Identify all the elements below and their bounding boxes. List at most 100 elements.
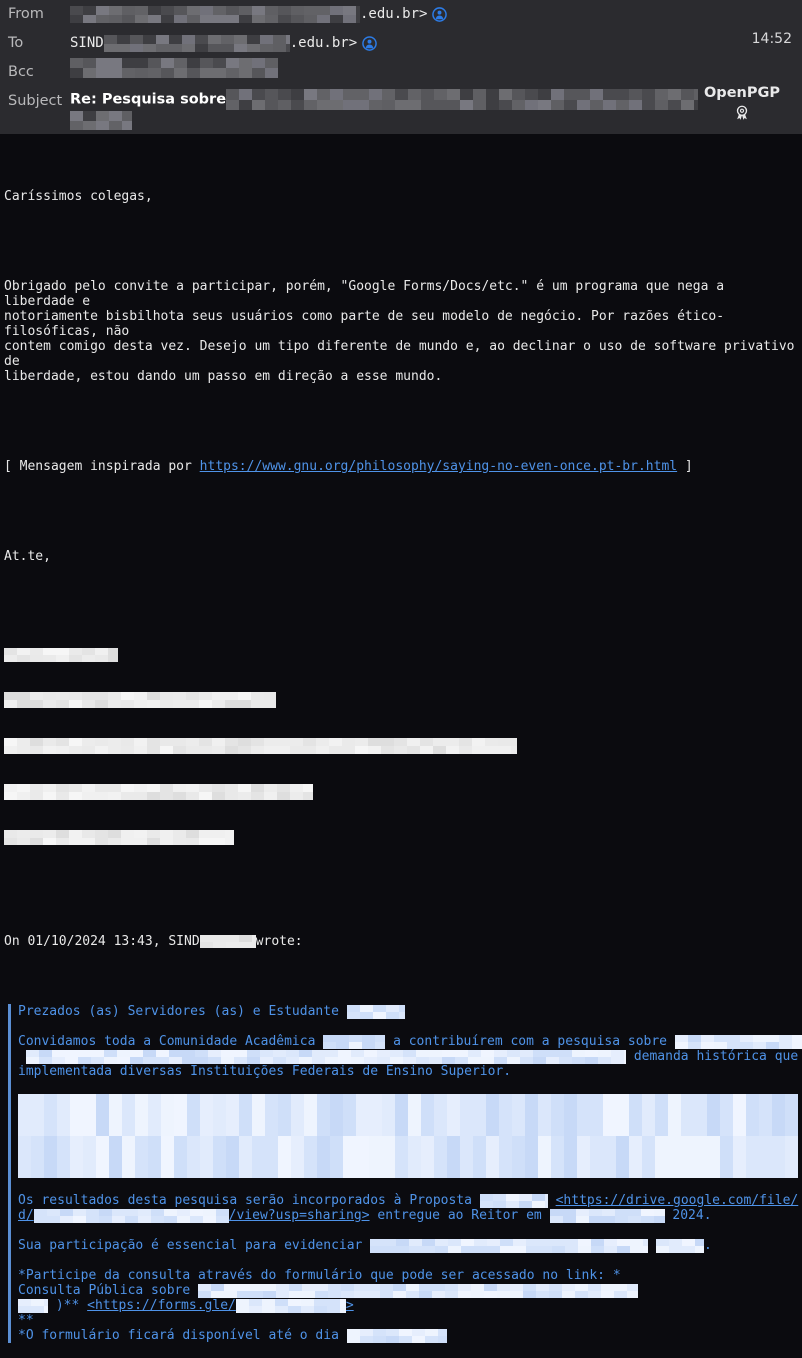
to-value[interactable]: SIND .edu.br> [70,29,794,58]
quote-large-redaction-block [18,1094,798,1178]
quote-line: *O formulário ficará disponível até o di… [18,1328,798,1343]
quote-text: Sua participação é essencial para eviden… [18,1238,371,1253]
quote-redaction [656,1238,705,1253]
quote-redaction [346,1004,405,1019]
quote-redaction [26,1049,626,1064]
email-body: Caríssimos colegas, Obrigado pelo convit… [0,134,802,1358]
quote-redaction [198,1283,639,1298]
quote-text [648,1238,656,1253]
quote-text: Convidamos toda a Comunidade Acadêmica [18,1034,324,1049]
quote-spacer [18,1178,798,1193]
quote-line: Sua participação é essencial para eviden… [18,1238,798,1253]
subject-label: Subject [8,93,63,109]
header-row-from: From .edu.br> [0,0,802,29]
quote-line: Consulta Pública sobre [18,1283,798,1298]
header-row-to: To SIND .edu.br> [0,29,802,58]
inspiration-prefix: [ Mensagem inspirada por [4,459,200,474]
from-value[interactable]: .edu.br> [70,0,794,29]
quote-line: Os resultados desta pesquisa serão incor… [18,1193,798,1208]
to-redaction [103,35,290,52]
from-domain: .edu.br> [360,6,428,22]
quote-text: *Participe da consulta através do formul… [18,1268,621,1283]
quote-text: Os resultados desta pesquisa serão incor… [18,1193,480,1208]
quote-line: Convidamos toda a Comunidade Acadêmica a… [18,1034,802,1049]
quote-link[interactable]: d/ [18,1208,34,1223]
gnu-philosophy-link[interactable]: https://www.gnu.org/philosophy/saying-no… [200,459,677,474]
subject-text: Re: Pesquisa sobre [70,91,227,108]
contact-avatar-icon[interactable] [432,7,448,22]
quote-text: *O formulário ficará disponível até o di… [18,1328,347,1343]
quote-link[interactable]: <https://drive.google.com/file/ [556,1193,799,1208]
quote-attribution: On 01/10/2024 13:43, SIND wrote: [4,934,798,949]
quote-text: implementada diversas Instituições Feder… [18,1064,512,1079]
to-label: To [8,35,24,51]
quote-spacer [18,1253,798,1268]
quote-line: ** [18,1313,798,1328]
quote-text: . [704,1238,712,1253]
quoted-message-block: Prezados (as) Servidores (as) e Estudant… [8,1004,802,1343]
quote-link[interactable]: <https://forms.gle/ [87,1298,236,1313]
quote-line: *Participe da consulta através do formul… [18,1268,798,1283]
signature-redaction-block [4,617,798,875]
from-redaction [70,6,360,23]
quote-redaction [549,1208,665,1223]
body-inspiration-line: [ Mensagem inspirada por https://www.gnu… [4,459,798,474]
signature-redaction [4,692,276,708]
quote-text: a contribuírem com a pesquisa sobre [385,1034,675,1049]
signature-redaction [4,830,234,845]
quote-text [548,1193,556,1208]
quote-line: demanda histórica que já é [18,1049,798,1064]
body-paragraph-1: Obrigado pelo convite a participar, poré… [4,279,795,384]
quote-link[interactable]: > [346,1298,354,1313]
quote-redaction [323,1034,386,1049]
quote-text: demanda histórica que já é [633,1049,799,1064]
quote-text: Consulta Pública sobre [18,1283,199,1298]
quote-redaction [18,1094,798,1178]
openpgp-indicator[interactable]: OpenPGP [690,84,794,122]
quote-redaction [674,1034,802,1049]
message-timestamp: 14:52 [751,31,792,47]
quote-text: ** [18,1313,34,1328]
quote-spacer [18,1079,798,1094]
openpgp-label: OpenPGP [703,85,781,101]
quote-text: 2024. [664,1208,712,1223]
subject-value[interactable]: Re: Pesquisa sobre [70,87,794,130]
quote-line: Prezados (as) Servidores (as) e Estudant… [18,1004,798,1019]
header-row-bcc: Bcc [0,58,802,87]
to-prefix: SIND [70,35,104,51]
signature-redaction [4,647,118,662]
bcc-label: Bcc [8,64,34,80]
from-label: From [8,6,44,22]
body-greeting: Caríssimos colegas, [4,189,153,204]
email-header: From .edu.br> To SIND .edu.br> Bcc Subje… [0,0,802,134]
subject-redaction-line2 [70,110,132,130]
bcc-redaction [70,58,278,78]
quote-redaction [235,1298,346,1313]
quote-line: implementada diversas Instituições Feder… [18,1064,798,1079]
quote-text: entregue ao Reitor em [369,1208,550,1223]
quote-text: Prezados (as) Servidores (as) e Estudant… [18,1004,347,1019]
quote-redaction [479,1193,548,1208]
quote-attribution-suffix: wrote: [255,934,303,949]
quote-line: d/ /view?usp=sharing> entregue ao Reitor … [18,1208,798,1223]
body-signoff: At.te, [4,549,51,564]
to-domain: .edu.br> [289,35,358,51]
quote-attribution-prefix: On 01/10/2024 13:43, SIND [4,934,200,949]
header-row-subject: Subject Re: Pesquisa sobre [0,87,802,130]
award-seal-icon [736,105,748,120]
quote-line: )** <https://forms.gle/ > [18,1298,798,1313]
quote-spacer [18,1019,798,1034]
quote-redaction [370,1238,649,1253]
quote-redaction [346,1328,447,1343]
quote-attribution-redaction [199,935,256,948]
signature-redaction [4,738,517,754]
quote-link[interactable]: /view?usp=sharing> [229,1208,370,1223]
quote-redaction [18,1298,48,1313]
inspiration-suffix: ] [677,459,693,474]
bcc-value[interactable] [70,58,794,78]
quote-spacer [18,1223,798,1238]
contact-avatar-icon[interactable] [362,36,377,51]
